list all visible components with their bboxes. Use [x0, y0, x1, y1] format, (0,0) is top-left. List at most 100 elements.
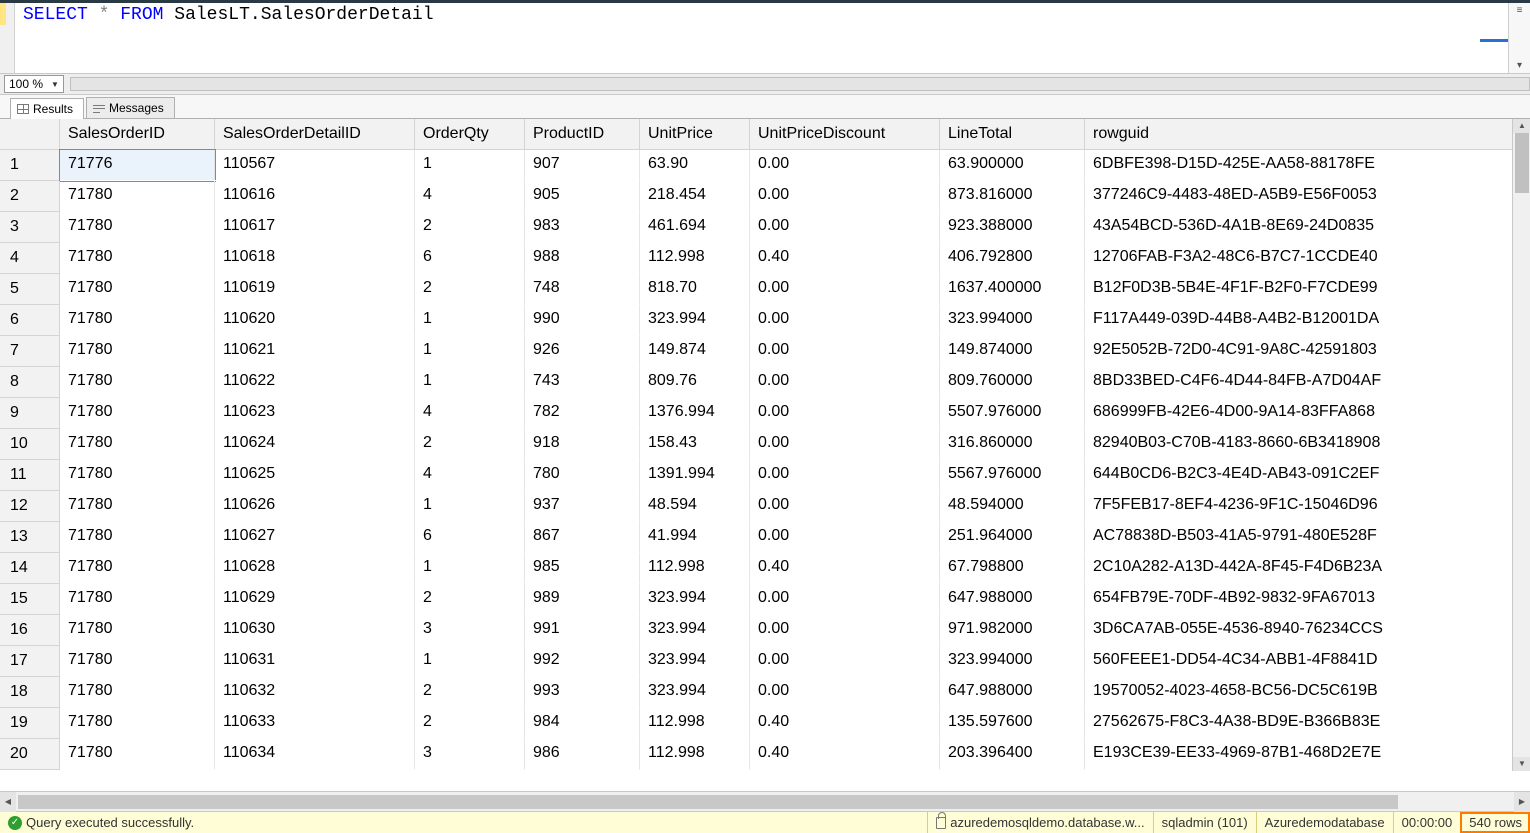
row-number[interactable]: 11 [0, 460, 60, 491]
row-number[interactable]: 7 [0, 336, 60, 367]
grid-cell[interactable]: 6 [415, 243, 525, 274]
grid-cell[interactable]: 203.396400 [940, 739, 1085, 770]
grid-cell[interactable]: 1 [415, 646, 525, 677]
row-number[interactable]: 16 [0, 615, 60, 646]
grid-cell[interactable]: 377246C9-4483-48ED-A5B9-E56F0053 [1085, 181, 1530, 212]
grid-cell[interactable]: 92E5052B-72D0-4C91-9A8C-42591803 [1085, 336, 1530, 367]
grid-cell[interactable]: 71780 [60, 274, 215, 305]
grid-cell[interactable]: 1 [415, 491, 525, 522]
grid-cell[interactable]: 1637.400000 [940, 274, 1085, 305]
grid-cell[interactable]: 71780 [60, 243, 215, 274]
grid-cell[interactable]: 1 [415, 305, 525, 336]
grid-cell[interactable]: 0.00 [750, 491, 940, 522]
grid-cell[interactable]: 0.40 [750, 553, 940, 584]
grid-cell[interactable]: 82940B03-C70B-4183-8660-6B3418908 [1085, 429, 1530, 460]
grid-cell[interactable]: 158.43 [640, 429, 750, 460]
scroll-down-icon[interactable]: ▼ [1513, 757, 1530, 771]
row-number[interactable]: 5 [0, 274, 60, 305]
grid-cell[interactable]: 112.998 [640, 243, 750, 274]
grid-cell[interactable]: 993 [525, 677, 640, 708]
grid-cell[interactable]: 926 [525, 336, 640, 367]
grid-cell[interactable]: 71780 [60, 367, 215, 398]
grid-cell[interactable]: 110624 [215, 429, 415, 460]
grid-cell[interactable]: 110632 [215, 677, 415, 708]
grid-cell[interactable]: 1 [415, 150, 525, 181]
grid-cell[interactable]: 0.00 [750, 584, 940, 615]
grid-cell[interactable]: 3 [415, 615, 525, 646]
grid-cell[interactable]: 323.994 [640, 584, 750, 615]
grid-cell[interactable]: 686999FB-42E6-4D00-9A14-83FFA868 [1085, 398, 1530, 429]
grid-cell[interactable]: 0.00 [750, 677, 940, 708]
grid-cell[interactable]: 110618 [215, 243, 415, 274]
grid-cell[interactable]: 63.90 [640, 150, 750, 181]
grid-cell[interactable]: 110620 [215, 305, 415, 336]
grid-cell[interactable]: 907 [525, 150, 640, 181]
grid-corner[interactable] [0, 119, 60, 150]
grid-cell[interactable]: 1 [415, 367, 525, 398]
grid-cell[interactable]: B12F0D3B-5B4E-4F1F-B2F0-F7CDE99 [1085, 274, 1530, 305]
scroll-down-icon[interactable]: ▾ [1515, 58, 1524, 73]
scroll-up-icon[interactable]: ▲ [1513, 119, 1530, 133]
row-number[interactable]: 2 [0, 181, 60, 212]
grid-cell[interactable]: 4 [415, 398, 525, 429]
grid-cell[interactable]: 873.816000 [940, 181, 1085, 212]
grid-cell[interactable]: 149.874000 [940, 336, 1085, 367]
scroll-thumb-h[interactable] [18, 795, 1398, 809]
row-number[interactable]: 17 [0, 646, 60, 677]
row-number[interactable]: 3 [0, 212, 60, 243]
horizontal-scrollbar[interactable]: ◀ ▶ [0, 791, 1530, 811]
grid-cell[interactable]: 110631 [215, 646, 415, 677]
grid-cell[interactable]: 67.798800 [940, 553, 1085, 584]
grid-cell[interactable]: 0.00 [750, 460, 940, 491]
sql-editor[interactable]: SELECT * FROM SalesLT.SalesOrderDetail ≡… [0, 3, 1530, 73]
grid-cell[interactable]: 71780 [60, 615, 215, 646]
grid-cell[interactable]: 0.00 [750, 398, 940, 429]
grid-cell[interactable]: 71780 [60, 522, 215, 553]
column-header[interactable]: OrderQty [415, 119, 525, 150]
grid-cell[interactable]: 985 [525, 553, 640, 584]
grid-cell[interactable]: 19570052-4023-4658-BC56-DC5C619B [1085, 677, 1530, 708]
grid-cell[interactable]: 1376.994 [640, 398, 750, 429]
grid-cell[interactable]: 48.594 [640, 491, 750, 522]
grid-cell[interactable]: 0.00 [750, 274, 940, 305]
grid-cell[interactable]: 110629 [215, 584, 415, 615]
row-number[interactable]: 8 [0, 367, 60, 398]
grid-cell[interactable]: 251.964000 [940, 522, 1085, 553]
grid-cell[interactable]: 780 [525, 460, 640, 491]
grid-cell[interactable]: 0.00 [750, 429, 940, 460]
grid-cell[interactable]: 0.00 [750, 646, 940, 677]
row-number[interactable]: 6 [0, 305, 60, 336]
zoom-dropdown[interactable]: 100 % ▼ [4, 75, 64, 93]
grid-cell[interactable]: 71780 [60, 398, 215, 429]
grid-cell[interactable]: 71780 [60, 460, 215, 491]
grid-cell[interactable]: 2 [415, 677, 525, 708]
grid-cell[interactable]: 2 [415, 274, 525, 305]
grid-cell[interactable]: 41.994 [640, 522, 750, 553]
grid-cell[interactable]: 1 [415, 553, 525, 584]
sql-code[interactable]: SELECT * FROM SalesLT.SalesOrderDetail [15, 3, 1508, 73]
grid-cell[interactable]: 983 [525, 212, 640, 243]
grid-cell[interactable]: 43A54BCD-536D-4A1B-8E69-24D0835 [1085, 212, 1530, 243]
column-header[interactable]: SalesOrderID [60, 119, 215, 150]
grid-cell[interactable]: 323.994000 [940, 305, 1085, 336]
tab-messages[interactable]: Messages [86, 97, 175, 118]
grid-cell[interactable]: 0.40 [750, 708, 940, 739]
grid-cell[interactable]: 647.988000 [940, 677, 1085, 708]
grid-cell[interactable]: 905 [525, 181, 640, 212]
grid-cell[interactable]: 992 [525, 646, 640, 677]
grid-cell[interactable]: 71780 [60, 336, 215, 367]
grid-cell[interactable]: 0.00 [750, 150, 940, 181]
grid-cell[interactable]: E193CE39-EE33-4969-87B1-468D2E7E [1085, 739, 1530, 770]
grid-cell[interactable]: 71780 [60, 491, 215, 522]
grid-cell[interactable]: 63.900000 [940, 150, 1085, 181]
grid-cell[interactable]: 7F5FEB17-8EF4-4236-9F1C-15046D96 [1085, 491, 1530, 522]
row-number[interactable]: 12 [0, 491, 60, 522]
grid-cell[interactable]: 110567 [215, 150, 415, 181]
grid-cell[interactable]: 110625 [215, 460, 415, 491]
grid-cell[interactable]: 918 [525, 429, 640, 460]
grid-cell[interactable]: 110627 [215, 522, 415, 553]
grid-cell[interactable]: 6 [415, 522, 525, 553]
grid-cell[interactable]: 71780 [60, 305, 215, 336]
grid-cell[interactable]: 2 [415, 429, 525, 460]
column-header[interactable]: rowguid [1085, 119, 1530, 150]
